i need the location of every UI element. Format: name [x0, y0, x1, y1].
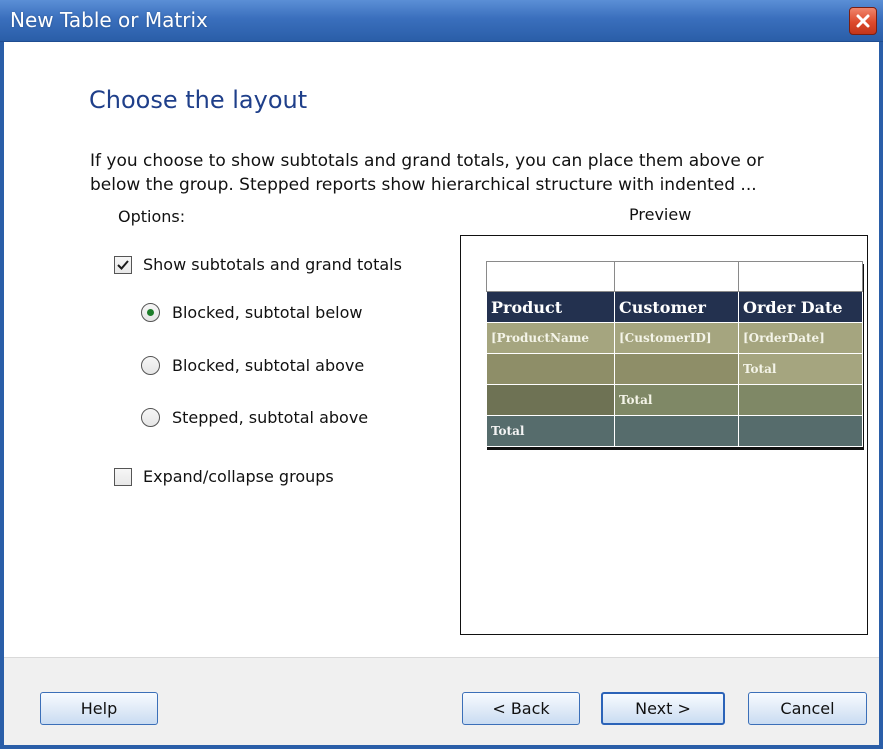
dialog-window: New Table or Matrix Choose the layout If…: [0, 0, 883, 749]
preview-header-customer: Customer: [614, 291, 739, 323]
radio-blocked-above[interactable]: [141, 356, 160, 375]
preview-cell: [486, 261, 615, 292]
preview-cell: [738, 261, 863, 292]
radio-stepped-above-row[interactable]: Stepped, subtotal above: [141, 408, 368, 427]
show-totals-checkbox-row[interactable]: Show subtotals and grand totals: [114, 255, 402, 274]
radio-blocked-above-row[interactable]: Blocked, subtotal above: [141, 356, 364, 375]
description-line-2: below the group. Stepped reports show hi…: [90, 175, 757, 195]
close-button[interactable]: [849, 7, 877, 35]
radio-blocked-below-row[interactable]: Blocked, subtotal below: [141, 303, 363, 322]
preview-empty-row: [486, 261, 863, 292]
button-bar: Help < Back Next > Cancel: [4, 658, 879, 745]
page-title: Choose the layout: [89, 86, 308, 114]
preview-panel: Product Customer Order Date [ProductName…: [460, 235, 868, 635]
expand-collapse-label: Expand/collapse groups: [143, 467, 334, 486]
help-button[interactable]: Help: [40, 692, 158, 725]
radio-blocked-below[interactable]: [141, 303, 160, 322]
show-totals-checkbox[interactable]: [114, 255, 132, 274]
title-bar[interactable]: New Table or Matrix: [0, 0, 883, 42]
show-totals-label: Show subtotals and grand totals: [143, 255, 402, 274]
radio-selected-dot: [147, 309, 154, 316]
preview-cell-customerid: [CustomerID]: [614, 322, 739, 354]
window-title: New Table or Matrix: [10, 8, 208, 32]
preview-cell: [486, 384, 615, 416]
preview-cell-grand-total: Total: [486, 415, 615, 447]
preview-header-order-date: Order Date: [738, 291, 863, 323]
expand-collapse-checkbox-row[interactable]: Expand/collapse groups: [114, 467, 334, 486]
preview-header-product: Product: [486, 291, 615, 323]
preview-cell: [614, 415, 739, 447]
preview-cell-customer-total: Total: [614, 384, 739, 416]
preview-matrix: Product Customer Order Date [ProductName…: [486, 261, 863, 447]
preview-cell-orderdate: [OrderDate]: [738, 322, 863, 354]
preview-row-4: Total: [486, 415, 863, 447]
preview-cell: [486, 353, 615, 385]
next-button[interactable]: Next >: [601, 692, 725, 725]
preview-row-2: Total: [486, 353, 863, 385]
preview-cell: [614, 261, 739, 292]
preview-row-1: [ProductName [CustomerID] [OrderDate]: [486, 322, 863, 354]
description-line-1: If you choose to show subtotals and gran…: [90, 151, 764, 171]
preview-cell: [738, 384, 863, 416]
radio-stepped-above-label: Stepped, subtotal above: [172, 408, 369, 427]
preview-label: Preview: [629, 205, 692, 224]
preview-cell-date-total: Total: [738, 353, 863, 385]
back-button[interactable]: < Back: [462, 692, 580, 725]
close-icon: [856, 14, 870, 28]
checkmark-icon: [117, 259, 129, 270]
preview-cell: [738, 415, 863, 447]
preview-cell: [614, 353, 739, 385]
preview-row-3: Total: [486, 384, 863, 416]
radio-stepped-above[interactable]: [141, 408, 160, 427]
radio-blocked-above-label: Blocked, subtotal above: [172, 356, 365, 375]
expand-collapse-checkbox[interactable]: [114, 467, 132, 486]
radio-blocked-below-label: Blocked, subtotal below: [172, 303, 363, 322]
preview-cell-productname: [ProductName: [486, 322, 615, 354]
cancel-button[interactable]: Cancel: [748, 692, 867, 725]
options-label: Options:: [118, 207, 186, 226]
description-text: If you choose to show subtotals and gran…: [90, 149, 860, 197]
preview-header-row: Product Customer Order Date: [486, 291, 863, 323]
